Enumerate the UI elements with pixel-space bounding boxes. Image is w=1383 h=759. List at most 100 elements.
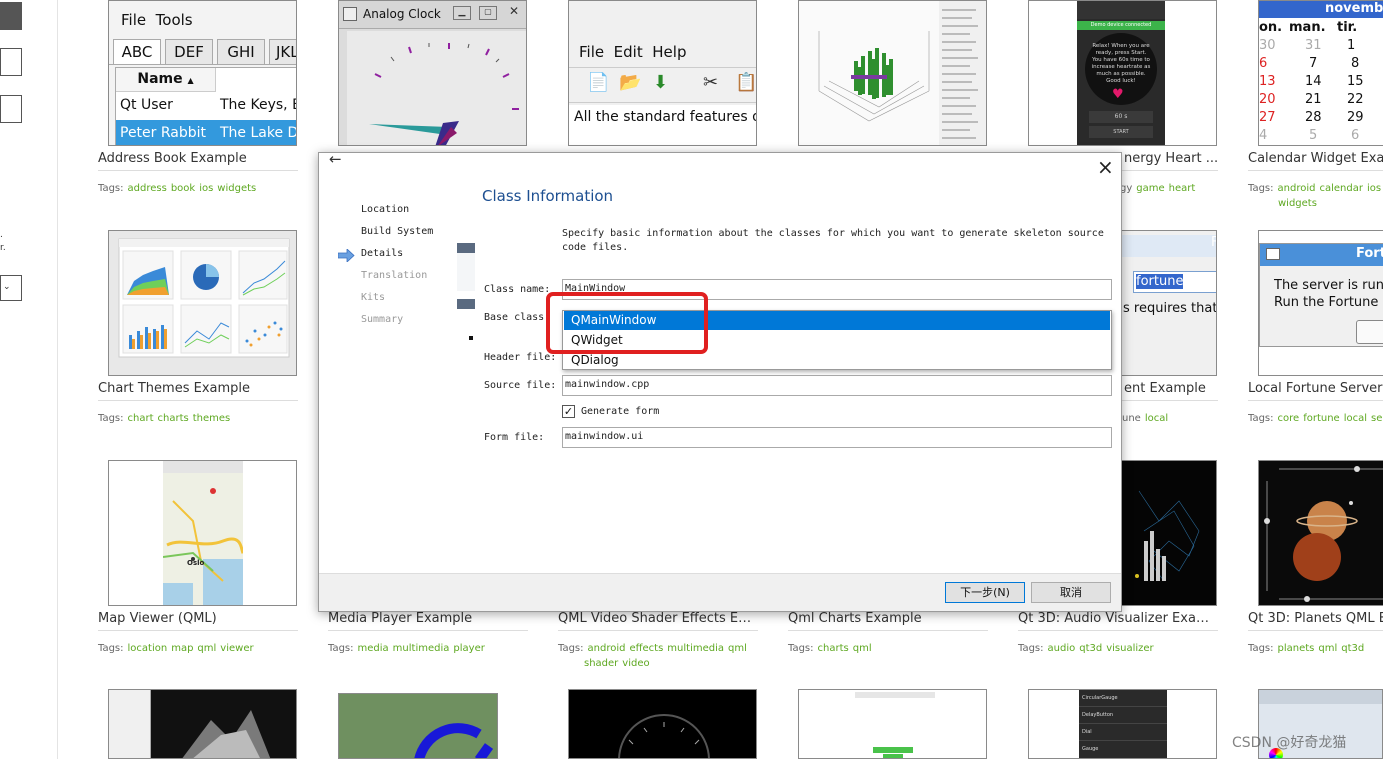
tag[interactable]: local [1344, 413, 1367, 424]
tag-list: Tags: planets qml qt3d [1248, 641, 1383, 656]
close-icon[interactable]: × [1097, 155, 1114, 179]
tag[interactable]: heart [1169, 183, 1196, 194]
generate-form-checkbox[interactable]: ✓ [562, 405, 575, 418]
example-title[interactable]: nergy Heart ... [1124, 151, 1224, 166]
new-class-wizard-dialog: ← × Location Build System Details Transl… [318, 150, 1122, 612]
tag[interactable]: charts [818, 643, 849, 654]
tag[interactable]: qml [853, 643, 872, 654]
weekday: on. [1259, 20, 1283, 35]
page-title: Class Information [482, 187, 614, 205]
tag[interactable]: ios [1367, 183, 1381, 194]
tag[interactable]: audio [1048, 643, 1076, 654]
tag[interactable]: qml [728, 643, 747, 654]
example-title[interactable]: Qml Charts Example [788, 611, 988, 626]
form-file-input[interactable]: mainwindow.ui [562, 427, 1112, 448]
cancel-button[interactable]: 取消 [1031, 582, 1111, 603]
status-banner: Demo device connected [1077, 21, 1165, 30]
tag[interactable]: ios [199, 183, 213, 194]
day: 29 [1347, 110, 1364, 125]
tag[interactable]: fortune [1303, 413, 1340, 424]
source-file-input[interactable]: mainwindow.cpp [562, 375, 1112, 396]
annotation-highlight-box [546, 292, 708, 354]
tag[interactable]: qml [197, 643, 216, 654]
example-title[interactable]: Calendar Widget Exam [1248, 151, 1383, 166]
tag[interactable]: map [171, 643, 193, 654]
tag[interactable]: ser [1371, 413, 1383, 424]
list-item: CircularGauge [1079, 690, 1167, 707]
example-title[interactable]: Local Fortune Server E [1248, 381, 1383, 396]
tag[interactable]: location [128, 643, 168, 654]
thumbnail-gauges[interactable]: CircularGauge DelayButton Dial Gauge [1028, 689, 1217, 759]
tag[interactable]: book [171, 183, 195, 194]
tag[interactable]: widgets [217, 183, 256, 194]
sidebar-field-2[interactable] [0, 95, 22, 123]
tag[interactable]: core [1278, 413, 1300, 424]
sidebar-dropdown[interactable]: ⌄ [0, 275, 22, 301]
tag-list: Tags: media multimedia player [328, 641, 528, 656]
example-title[interactable]: Chart Themes Example [98, 381, 298, 396]
side-panel-edge [457, 243, 475, 311]
cut-icon: ✂ [703, 72, 719, 93]
tab-jkl: JKL [269, 39, 296, 65]
month-header: november [1259, 1, 1383, 18]
tag[interactable]: multimedia [667, 643, 724, 654]
header-file-label: Header file: [484, 352, 557, 363]
example-title[interactable]: Qt 3D: Planets QML Ex [1248, 611, 1383, 626]
divider [98, 400, 298, 401]
tag[interactable]: player [453, 643, 484, 654]
tag[interactable]: shader [584, 658, 618, 669]
tag[interactable]: chart [128, 413, 154, 424]
form-file-label: Form file: [484, 432, 545, 443]
day: 21 [1305, 92, 1322, 107]
tag[interactable]: media [358, 643, 389, 654]
tag[interactable]: effects [629, 643, 663, 654]
tags-label: Tags: [1248, 643, 1274, 654]
tag[interactable]: address [128, 183, 167, 194]
tag[interactable]: planets [1278, 643, 1315, 654]
tags-label: Tags: [1248, 183, 1274, 194]
tag[interactable]: multimedia [393, 643, 450, 654]
example-title[interactable]: Address Book Example [98, 151, 298, 166]
example-title[interactable]: Map Viewer (QML) [98, 611, 298, 626]
back-arrow-icon[interactable]: ← [329, 150, 342, 168]
tag[interactable]: viewer [220, 643, 253, 654]
tag[interactable]: qt3d [1341, 643, 1364, 654]
tag[interactable]: video [622, 658, 649, 669]
sidebar-field-1[interactable] [0, 48, 22, 76]
tag-list: Tags: charts qml [788, 641, 988, 656]
tag[interactable]: charts [158, 413, 189, 424]
thumbnail-dashboard[interactable] [568, 689, 757, 759]
watermark: CSDN @好奇龙猫 [1232, 735, 1347, 751]
close-icon: ✕ [509, 4, 520, 18]
tags-label: Tags: [98, 413, 124, 424]
divider [1018, 630, 1218, 631]
thumbnail-surface-graph[interactable] [108, 689, 297, 759]
host-input: fortune [1136, 274, 1184, 289]
thumbnail-controls[interactable] [798, 689, 987, 759]
tag[interactable]: qt3d [1079, 643, 1102, 654]
tag[interactable]: qml [1318, 643, 1337, 654]
tag[interactable]: android [1278, 183, 1316, 194]
next-button[interactable]: 下一步(N) [945, 582, 1025, 603]
sidebar-dark-button[interactable] [0, 2, 22, 30]
divider [788, 630, 988, 631]
day: 15 [1347, 74, 1364, 89]
day: 6 [1259, 56, 1268, 71]
tag[interactable]: visualizer [1106, 643, 1153, 654]
tag[interactable]: game [1136, 183, 1164, 194]
thumbnail-qt-logo[interactable] [338, 693, 498, 759]
example-title[interactable]: Media Player Example [328, 611, 528, 626]
tag[interactable]: calendar [1319, 183, 1362, 194]
tag[interactable]: themes [193, 413, 231, 424]
example-title[interactable]: ent Example [1124, 381, 1224, 396]
example-title[interactable]: Qt 3D: Audio Visualizer Exam... [1018, 611, 1218, 626]
tag-fragment[interactable]: une [1122, 413, 1141, 424]
thumbnail: Demo device connected Relax! When you ar… [1028, 0, 1217, 146]
list-item: Gauge [1082, 746, 1099, 752]
example-title[interactable]: QML Video Shader Effects Ex... [558, 611, 758, 626]
tag[interactable]: widgets [1278, 198, 1317, 209]
tag[interactable]: local [1145, 413, 1168, 424]
tag[interactable]: android [588, 643, 626, 654]
divider [1248, 170, 1383, 171]
tags-label: Tags: [1018, 643, 1044, 654]
